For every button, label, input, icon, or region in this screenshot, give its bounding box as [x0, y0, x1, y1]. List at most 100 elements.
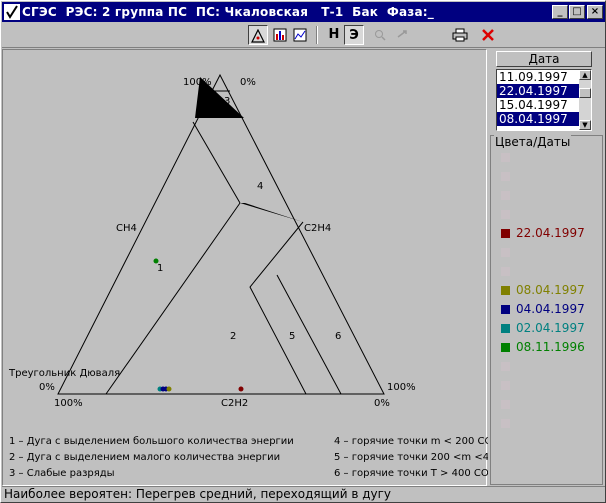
color-swatch	[501, 286, 510, 295]
date-item[interactable]: 11.09.1997	[497, 70, 579, 84]
pct-top-right: 0%	[240, 77, 256, 88]
color-swatch	[501, 362, 510, 371]
date-item[interactable]: 15.04.1997	[497, 98, 579, 112]
color-date-label: 04.04.1997	[516, 302, 585, 316]
duval-triangle-canvas: 3 4 1 2 5 6 CH4 C2H4 C2H2 100% 0% 0% 100…	[2, 49, 502, 486]
date-header: Дата	[496, 51, 592, 67]
window-title: СГЭС РЭС: 2 группа ПС ПС: Чкаловская Т-1…	[22, 5, 434, 19]
triangle-title: Треугольник Дюваля	[8, 368, 120, 379]
maximize-button[interactable]: □	[569, 5, 585, 19]
data-point[interactable]	[238, 386, 244, 392]
pct-left-bottom: 0%	[39, 382, 55, 393]
pct-top-left: 100%	[183, 77, 212, 88]
disabled-tool-2-button[interactable]	[392, 25, 412, 45]
color-swatch	[501, 267, 510, 276]
color-swatch	[501, 419, 510, 428]
color-swatch	[501, 153, 510, 162]
date-list-scrollbar[interactable]: ▲ ▼	[579, 70, 591, 130]
color-date-row	[501, 150, 516, 164]
zone-label-6: 6	[335, 331, 341, 342]
minimize-button[interactable]: _	[552, 5, 568, 19]
scroll-down-arrow-icon[interactable]: ▼	[579, 120, 591, 130]
axis-label-ch4: CH4	[116, 223, 137, 234]
color-date-row	[501, 207, 516, 221]
color-swatch	[501, 172, 510, 181]
axis-label-c2h2: C2H2	[221, 398, 248, 409]
color-date-row	[501, 359, 516, 373]
zone-label-3: 3	[224, 96, 230, 107]
legend-item-1: 1 – Дуга с выделением большого количеств…	[9, 436, 294, 447]
red-x-icon	[482, 29, 494, 41]
axis-label-c2h4: C2H4	[304, 223, 331, 234]
zone-line-5	[249, 221, 307, 395]
color-date-row	[501, 245, 516, 259]
color-date-row: 04.04.1997	[501, 302, 585, 316]
zone-label-2: 2	[230, 331, 236, 342]
color-swatch	[501, 229, 510, 238]
color-swatch	[501, 381, 510, 390]
disabled-tool-1-button[interactable]	[370, 25, 390, 45]
date-item[interactable]: 22.04.1997	[497, 84, 579, 98]
graph-icon	[293, 28, 307, 42]
title-bar[interactable]: СГЭС РЭС: 2 группа ПС ПС: Чкаловская Т-1…	[2, 2, 605, 22]
color-date-row	[501, 397, 516, 411]
color-date-label: 08.11.1996	[516, 340, 585, 354]
mode-n-button[interactable]: Н	[324, 25, 344, 45]
pct-bottom-right: 0%	[374, 398, 390, 409]
right-panel: Дата 11.09.1997 22.04.1997 15.04.1997 08…	[490, 49, 605, 486]
zone-label-1: 1	[157, 263, 163, 274]
toolbar: Н Э	[2, 22, 605, 48]
app-window: СГЭС РЭС: 2 группа ПС ПС: Чкаловская Т-1…	[0, 0, 606, 503]
chart-view-button[interactable]	[270, 25, 290, 45]
legend-item-2: 2 – Дуга с выделением малого количества …	[9, 452, 280, 463]
legend-item-3: 3 – Слабые разряды	[9, 468, 115, 479]
pct-right-bottom: 100%	[387, 382, 416, 393]
app-icon	[4, 4, 20, 20]
close-view-button[interactable]	[478, 25, 498, 45]
color-date-row	[501, 378, 516, 392]
color-date-label: 02.04.1997	[516, 321, 585, 335]
triangle-icon	[251, 28, 265, 43]
color-date-row	[501, 169, 516, 183]
data-point[interactable]	[153, 258, 159, 264]
color-date-row	[501, 416, 516, 430]
graph-view-button[interactable]	[290, 25, 310, 45]
bar-chart-icon	[273, 28, 287, 42]
legend-item-6: 6 – горячие точки T > 400 CO	[334, 468, 488, 479]
zone-line-6	[276, 274, 342, 395]
print-button[interactable]	[450, 25, 470, 45]
color-date-row: 08.04.1997	[501, 283, 585, 297]
triangle-outline	[57, 73, 385, 395]
colors-dates-box: Цвета/Даты 22.04.1997 08.04.1997 04.04.199…	[490, 135, 603, 485]
color-swatch	[501, 343, 510, 352]
triangle-view-button[interactable]	[248, 25, 268, 45]
date-item[interactable]: 08.04.1997	[497, 112, 579, 126]
toolbar-separator	[316, 26, 318, 44]
color-swatch	[501, 324, 510, 333]
date-box: Дата 11.09.1997 22.04.1997 15.04.1997 08…	[496, 51, 592, 131]
data-point[interactable]	[166, 386, 172, 392]
color-date-label: 08.04.1997	[516, 283, 585, 297]
color-date-row	[501, 264, 516, 278]
duval-triangle-svg: 3 4 1 2 5 6 CH4 C2H4 C2H2 100% 0% 0% 100…	[8, 73, 502, 479]
zoom-icon	[375, 30, 386, 41]
status-bar: Наиболее вероятен: Перегрев средний, пер…	[2, 486, 605, 502]
legend-item-4: 4 – горячие точки m < 200 CO	[334, 436, 488, 447]
legend-item-5: 5 – горячие точки 200 <m <400	[334, 452, 488, 463]
zone-label-4: 4	[257, 181, 263, 192]
color-date-row: 22.04.1997	[501, 226, 585, 240]
color-date-row	[501, 188, 516, 202]
status-text: Наиболее вероятен: Перегрев средний, пер…	[4, 487, 392, 501]
close-window-button[interactable]: ×	[587, 5, 603, 19]
scroll-up-arrow-icon[interactable]: ▲	[579, 70, 591, 80]
refresh-icon	[397, 30, 407, 38]
printer-icon	[452, 28, 468, 42]
mode-e-button[interactable]: Э	[344, 25, 364, 45]
scroll-thumb[interactable]	[579, 88, 591, 98]
color-swatch	[501, 191, 510, 200]
color-date-label: 22.04.1997	[516, 226, 585, 240]
color-date-row: 08.11.1996	[501, 340, 585, 354]
date-list[interactable]: 11.09.1997 22.04.1997 15.04.1997 08.04.1…	[496, 69, 592, 131]
pct-bottom-left: 100%	[54, 398, 83, 409]
zone-line-4	[192, 121, 241, 204]
